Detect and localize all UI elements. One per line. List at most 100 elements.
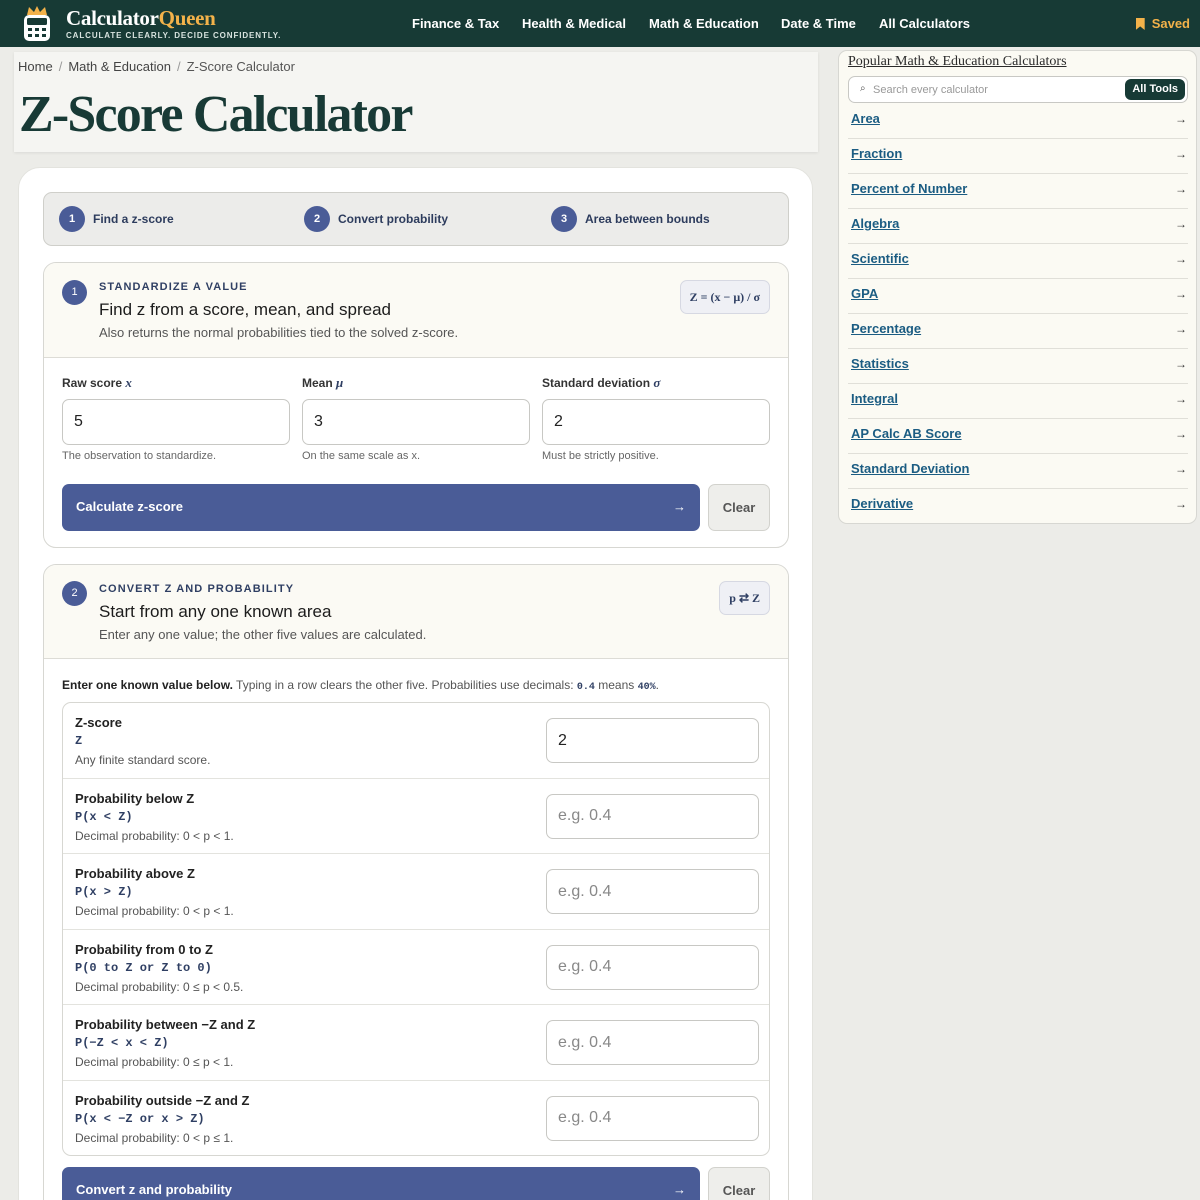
nav-all-calculators[interactable]: All Calculators: [879, 16, 970, 31]
page-title: Z-Score Calculator: [19, 86, 413, 143]
saved-button[interactable]: Saved: [1135, 16, 1190, 31]
step-label: Area between bounds: [585, 212, 710, 226]
prob-between-input[interactable]: [546, 1020, 759, 1065]
standardize-section: 1 STANDARDIZE A VALUE Find z from a scor…: [43, 262, 789, 548]
row-expression: P(0 to Z or Z to 0): [75, 960, 212, 975]
instruction-mid: means: [598, 678, 635, 692]
row-name: Probability outside −Z and Z: [75, 1092, 250, 1108]
convert-section: 2 CONVERT Z AND PROBABILITY Start from a…: [43, 564, 789, 1200]
sidebar-item-algebra[interactable]: Algebra →: [848, 209, 1188, 244]
row-name: Probability above Z: [75, 866, 195, 881]
step-tabs: 1 Find a z-score 2 Convert probability 3 Ar…: [43, 192, 789, 246]
mean-symbol: μ: [336, 375, 344, 390]
sidebar-item-derivative[interactable]: Derivative →: [848, 489, 1188, 523]
nav-finance-tax[interactable]: Finance & Tax: [412, 16, 499, 31]
conversion-instructions: Enter one known value below. Typing in a…: [62, 678, 659, 693]
sidebar-title[interactable]: Popular Math & Education Calculators: [848, 54, 1067, 70]
brand-main: Calculator: [66, 6, 159, 30]
sidebar-item-label: Scientific: [851, 251, 909, 266]
mean-input[interactable]: [302, 399, 530, 445]
row-expression: P(x < −Z or x > Z): [75, 1111, 205, 1126]
sidebar-item-ap-calc-ab-score[interactable]: AP Calc AB Score →: [848, 419, 1188, 454]
brand-name[interactable]: CalculatorQueen: [66, 6, 216, 31]
convert-button[interactable]: Convert z and probability →: [62, 1167, 700, 1200]
p-z-convert-chip: p ⇄ Z: [719, 581, 770, 615]
step-tab-find-z[interactable]: 1 Find a z-score: [59, 206, 174, 232]
mean-label-text: Mean: [302, 376, 333, 390]
prob-outside-input[interactable]: [546, 1095, 759, 1141]
row-name: Probability between −Z and Z: [75, 1017, 256, 1032]
section-title: Find z from a score, mean, and spread: [99, 300, 391, 319]
clear-standardize-button[interactable]: Clear: [708, 484, 770, 531]
sidebar-item-scientific[interactable]: Scientific →: [848, 244, 1188, 279]
sidebar-item-area[interactable]: Area →: [848, 104, 1188, 139]
row-note: Decimal probability: 0 < p < 1.: [75, 828, 234, 843]
row-note: Any finite standard score.: [75, 753, 211, 767]
sidebar-item-percentage[interactable]: Percentage →: [848, 314, 1188, 349]
nav-math-education[interactable]: Math & Education: [649, 16, 759, 31]
z-score-input[interactable]: [546, 718, 759, 763]
prob-above-row: Probability above Z P(x > Z) Decimal pro…: [63, 854, 769, 930]
arrow-right-icon: →: [1175, 497, 1187, 511]
section-eyebrow: CONVERT Z AND PROBABILITY: [99, 583, 295, 595]
sidebar-item-fraction[interactable]: Fraction →: [848, 139, 1188, 174]
prob-between-row: Probability between −Z and Z P(−Z < x < …: [63, 1005, 769, 1081]
std-dev-label-text: Standard deviation: [542, 376, 651, 390]
step-tab-area-between[interactable]: 3 Area between bounds: [551, 206, 710, 232]
raw-score-input[interactable]: [62, 399, 290, 445]
search-icon: ⌕: [860, 83, 866, 94]
std-dev-symbol: σ: [653, 375, 661, 390]
prob-above-input[interactable]: [546, 869, 759, 914]
arrow-right-icon: →: [1175, 112, 1187, 126]
clear-convert-button[interactable]: Clear: [708, 1167, 770, 1200]
arrow-right-icon: →: [1175, 357, 1187, 371]
row-note: Decimal probability: 0 ≤ p < 1.: [75, 1055, 234, 1069]
sidebar-item-statistics[interactable]: Statistics →: [848, 349, 1188, 384]
sidebar-item-percent-of-number[interactable]: Percent of Number →: [848, 174, 1188, 209]
sidebar-item-label: Area: [851, 111, 880, 126]
arrow-right-icon: →: [1175, 462, 1187, 476]
sidebar-item-gpa[interactable]: GPA →: [848, 279, 1188, 314]
all-tools-button[interactable]: All Tools: [1125, 79, 1185, 100]
nav-date-time[interactable]: Date & Time: [781, 16, 856, 31]
arrow-right-icon: →: [1175, 217, 1187, 231]
sidebar-item-standard-deviation[interactable]: Standard Deviation →: [848, 454, 1188, 489]
step-tab-convert-probability[interactable]: 2 Convert probability: [304, 206, 448, 232]
prob-below-input[interactable]: [546, 793, 759, 839]
top-navigation-bar: CalculatorQueen CALCULATE CLEARLY. DECID…: [0, 0, 1200, 47]
z-formula-chip: Z = (x − μ) / σ: [679, 280, 770, 314]
button-label: Calculate z-score: [76, 499, 183, 514]
sidebar-item-label: Statistics: [851, 356, 909, 371]
breadcrumb-separator: /: [58, 59, 63, 74]
raw-score-hint: The observation to standardize.: [62, 450, 217, 462]
arrow-right-icon: →: [1175, 147, 1187, 161]
arrow-right-icon: →: [1175, 252, 1187, 266]
row-note: Decimal probability: 0 < p < 1.: [75, 904, 234, 918]
search-input[interactable]: [873, 80, 1123, 99]
breadcrumb: Home / Math & Education / Z-Score Calculator: [18, 59, 295, 74]
breadcrumb-current: Z-Score Calculator: [186, 59, 295, 74]
nav-health-medical[interactable]: Health & Medical: [522, 16, 626, 31]
sidebar-item-label: Fraction: [851, 146, 903, 161]
row-note: Decimal probability: 0 ≤ p < 0.5.: [75, 979, 244, 994]
std-dev-label: Standard deviation σ: [542, 375, 660, 391]
sidebar-item-integral[interactable]: Integral →: [848, 384, 1188, 419]
arrow-right-icon: →: [1175, 287, 1187, 301]
calculator-crown-icon[interactable]: [22, 6, 52, 42]
bookmark-icon: [1135, 18, 1145, 30]
calculate-z-score-button[interactable]: Calculate z-score →: [62, 484, 700, 531]
std-dev-input[interactable]: [542, 399, 770, 445]
raw-score-symbol: x: [125, 375, 132, 390]
row-expression: Z: [75, 734, 83, 748]
section-description: Enter any one value; the other five valu…: [99, 627, 427, 642]
mean-hint: On the same scale as x.: [302, 450, 420, 462]
row-name: Probability from 0 to Z: [75, 941, 213, 957]
step-label: Convert probability: [338, 212, 449, 226]
breadcrumb-math-education[interactable]: Math & Education: [68, 59, 171, 74]
saved-label: Saved: [1151, 16, 1190, 31]
arrow-right-icon: →: [673, 1182, 686, 1197]
brand-tagline: CALCULATE CLEARLY. DECIDE CONFIDENTLY.: [66, 31, 282, 40]
prob-zero-to-z-input[interactable]: [546, 944, 759, 990]
breadcrumb-home[interactable]: Home: [18, 59, 53, 74]
prob-outside-row: Probability outside −Z and Z P(x < −Z or…: [63, 1081, 769, 1156]
